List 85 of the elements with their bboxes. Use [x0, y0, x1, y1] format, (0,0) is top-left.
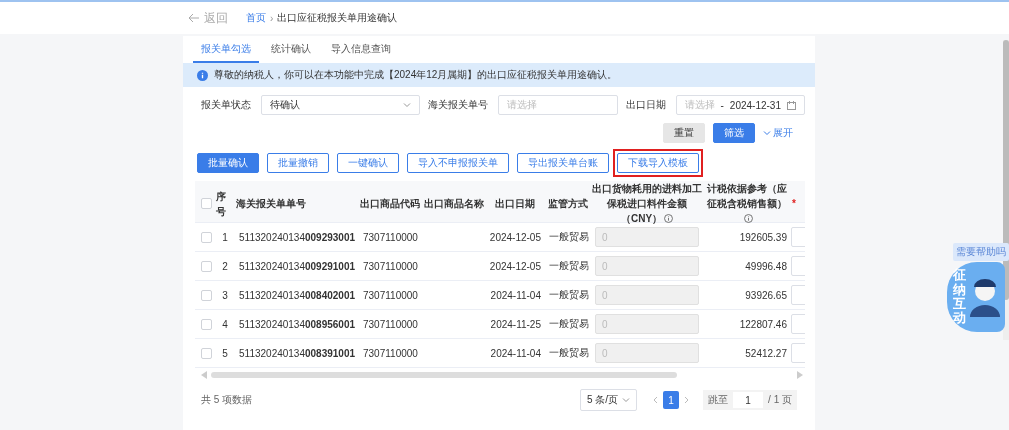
- table-cell-text: 2024-12-05: [488, 231, 542, 243]
- table-cell-text: 49996.48: [744, 260, 788, 272]
- checkbox[interactable]: [201, 260, 212, 272]
- info-icon: [197, 69, 208, 81]
- left-arrow-icon: [188, 13, 200, 23]
- column-header: 出口货物耗用的进料加工保税进口料件金额（CNY）: [591, 182, 703, 226]
- table-cell-text: 3: [221, 289, 229, 301]
- action-button[interactable]: 批量撤销: [267, 153, 329, 173]
- table-cell-text: 5: [221, 347, 229, 359]
- checkbox[interactable]: [201, 347, 212, 359]
- total-count: 共 5 项数据: [201, 393, 253, 407]
- reset-button[interactable]: 重置: [663, 123, 705, 143]
- page-button[interactable]: 1: [663, 391, 680, 409]
- scroll-right-icon[interactable]: [797, 371, 803, 379]
- table-cell-text: 511320240134009291001: [238, 260, 357, 272]
- info-icon[interactable]: [664, 214, 674, 223]
- checkbox[interactable]: [201, 289, 212, 301]
- column-header: 计税依据参考（应征税含税销售额）: [703, 181, 791, 226]
- table-cell-text: 511320240134008402001: [238, 289, 357, 301]
- back-link[interactable]: 返回: [188, 9, 228, 27]
- date-range-field[interactable]: 请选择 - 2024-12-31: [675, 95, 805, 115]
- table-cell-text: 7307110000: [362, 231, 419, 243]
- column-header: 出口日期: [494, 197, 536, 211]
- page-jump: 跳至 1 / 1 页: [703, 390, 797, 410]
- column-header: 出口商品代码: [359, 197, 421, 211]
- page-size-select[interactable]: 5 条/页: [579, 389, 638, 411]
- table-cell-text: 7307110000: [362, 289, 419, 301]
- table-cell-text: 一般贸易: [548, 259, 590, 273]
- tab[interactable]: 统计确认: [263, 36, 319, 63]
- table-cell-text: 52412.27: [744, 347, 788, 359]
- checkbox[interactable]: [201, 231, 212, 243]
- action-button[interactable]: 批量确认: [197, 153, 259, 173]
- action-button[interactable]: 导入不申报报关单: [407, 153, 509, 173]
- table-cell-text: 511320240134008956001: [238, 318, 357, 330]
- filter-button[interactable]: 筛选: [713, 123, 755, 143]
- checkbox[interactable]: [201, 318, 212, 330]
- chevron-down-icon: [622, 396, 631, 404]
- table-cell-text: 2024-11-04: [489, 289, 542, 301]
- table-cell-text: 511320240134009293001: [238, 231, 357, 243]
- table-cell-text: 一般贸易: [548, 288, 590, 302]
- action-button[interactable]: 下载导入模板: [617, 153, 699, 173]
- table-cell-text: 93926.65: [744, 289, 788, 301]
- breadcrumb-item[interactable]: 首页: [246, 11, 266, 25]
- table-cell-text: 1: [221, 231, 229, 243]
- info-icon[interactable]: [743, 214, 753, 223]
- action-button[interactable]: 导出报关单台账: [517, 153, 609, 173]
- breadcrumb-separator: ›: [270, 12, 274, 24]
- filter-label: 出口日期: [625, 98, 666, 112]
- table-cell-text: 122807.46: [738, 318, 788, 330]
- table-cell-text: 2024-11-25: [489, 318, 542, 330]
- table-cell-text: 4: [221, 318, 229, 330]
- table-cell-text: 7307110000: [362, 347, 419, 359]
- chevron-down-icon: [402, 101, 411, 109]
- filter-label: 报关单状态: [201, 98, 251, 112]
- table-cell-text: 一般贸易: [548, 346, 590, 360]
- table-cell-text: 511320240134008391001: [238, 347, 357, 359]
- table-cell-text: 一般贸易: [548, 230, 590, 244]
- expand-link[interactable]: 展开: [763, 126, 793, 140]
- breadcrumb-item: 出口应征税报关单用途确认: [277, 11, 398, 25]
- table-cell-text: 7307110000: [362, 260, 419, 272]
- notice-text: 尊敬的纳税人，你可以在本功能中完成【2024年12月属期】的出口应征税报关单用途确认。: [214, 68, 618, 82]
- status-select[interactable]: 待确认: [261, 95, 420, 115]
- filter-label: 海关报关单号: [427, 98, 488, 112]
- tab[interactable]: 导入信息查询: [323, 36, 399, 63]
- table-cell-text: 192605.39: [738, 231, 788, 243]
- action-button[interactable]: 一键确认: [337, 153, 399, 173]
- chevron-down-icon: [763, 129, 771, 137]
- table-cell-text: 2024-12-05: [488, 260, 542, 272]
- column-header: 监管方式: [547, 197, 589, 211]
- table-cell-text: 7307110000: [362, 318, 419, 330]
- assistant-avatar-icon: [968, 277, 1002, 317]
- calendar-icon: [787, 100, 796, 110]
- required-mark: *: [791, 197, 797, 211]
- scrollbar-thumb[interactable]: [211, 372, 677, 378]
- scroll-left-icon[interactable]: [201, 371, 207, 379]
- assistant-badge[interactable]: 征纳互动: [947, 262, 1005, 332]
- checkbox[interactable]: [201, 198, 212, 209]
- column-header: 序号: [215, 189, 227, 219]
- table-cell-text: 2024-11-04: [489, 347, 542, 359]
- page-jump-input[interactable]: 1: [733, 392, 764, 408]
- column-header: 出口商品名称: [423, 197, 485, 211]
- column-header: 海关报关单单号: [235, 197, 307, 211]
- table-cell-text: 一般贸易: [548, 317, 590, 331]
- help-bubble[interactable]: 需要帮助吗: [953, 243, 1009, 261]
- table-cell-text: 2: [221, 260, 229, 272]
